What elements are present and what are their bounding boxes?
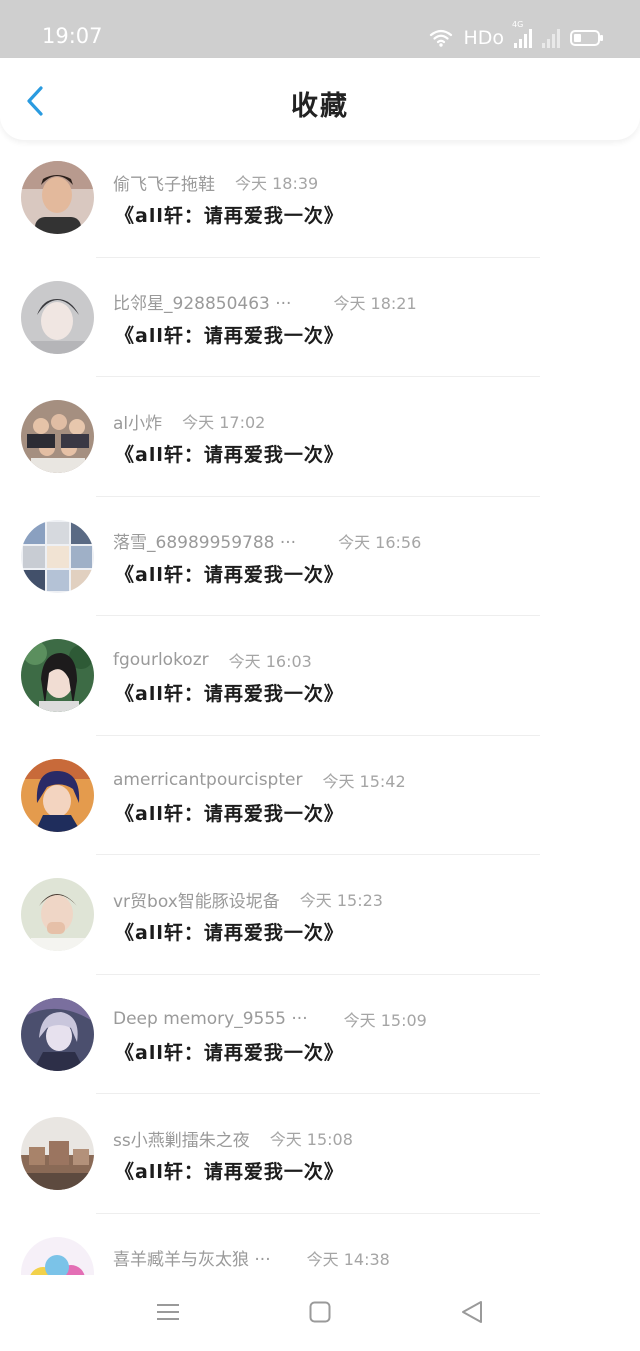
favorite-title[interactable]: 《all轩：请再爱我一次》	[115, 679, 344, 706]
network-type: 4G	[512, 20, 524, 29]
timestamp: 今天 15:09	[343, 1010, 427, 1030]
user-name[interactable]: amerricantpourcispter	[113, 770, 302, 790]
signal-icon: 4G	[512, 20, 532, 48]
back-triangle-icon	[462, 1301, 482, 1323]
nav-menu-button[interactable]	[148, 1295, 188, 1329]
avatar[interactable]	[21, 280, 94, 354]
avatar[interactable]	[21, 519, 94, 593]
avatar[interactable]	[21, 639, 94, 712]
favorite-title[interactable]: 《all轩：请再爱我一次》	[115, 201, 344, 228]
home-square-icon	[309, 1301, 331, 1323]
avatar[interactable]	[21, 1236, 94, 1275]
avatar[interactable]	[21, 1117, 94, 1190]
avatar[interactable]	[21, 161, 94, 234]
timestamp: 今天 15:23	[299, 891, 383, 910]
list-item[interactable]: vr贸box智能豚设坭备 今天 15:23 《all轩：请再爱我一次》	[0, 855, 640, 975]
hd-indicator: HDo	[463, 26, 504, 49]
timestamp: 今天 18:21	[333, 293, 417, 313]
list-item[interactable]: 偷飞飞子拖鞋 今天 18:39 《all轩：请再爱我一次》	[0, 138, 640, 258]
nav-back-button[interactable]	[452, 1295, 492, 1329]
user-name[interactable]: 喜羊臧羊与灰太狼 ···	[113, 1245, 271, 1270]
user-name[interactable]: ss小燕剿擂朱之夜	[113, 1126, 250, 1151]
avatar[interactable]	[21, 878, 94, 951]
avatar[interactable]	[21, 400, 94, 473]
wifi-icon	[430, 29, 453, 47]
user-name[interactable]: vr贸box智能豚设坭备	[113, 887, 280, 912]
favorite-title[interactable]: 《all轩：请再爱我一次》	[115, 1157, 344, 1184]
status-indicators: HDo 4G	[429, 20, 603, 50]
user-name[interactable]: 落雪_68989959788 ···	[113, 528, 296, 553]
list-item[interactable]: al小炸 今天 17:02 《all轩：请再爱我一次》	[0, 377, 640, 497]
user-name[interactable]: Deep memory_9555 ···	[113, 1009, 308, 1029]
list-item[interactable]: Deep memory_9555 ··· 今天 15:09 《all轩：请再爱我…	[0, 975, 640, 1095]
favorite-title[interactable]: 《all轩：请再爱我一次》	[115, 918, 344, 945]
list-item[interactable]: amerricantpourcispter 今天 15:42 《all轩：请再爱…	[0, 736, 640, 856]
favorite-title[interactable]: 《all轩：请再爱我一次》	[115, 560, 344, 587]
timestamp: 今天 16:03	[228, 652, 312, 671]
battery-icon	[570, 30, 603, 46]
page-title: 收藏	[291, 91, 349, 122]
signal-icon-secondary	[542, 28, 560, 48]
favorite-title[interactable]: 《all轩：请再爱我一次》	[115, 1038, 344, 1065]
timestamp: 今天 15:08	[269, 1130, 353, 1149]
favorite-title[interactable]: 《all轩：请再爱我一次》	[115, 799, 344, 826]
user-name[interactable]: al小炸	[113, 409, 162, 434]
timestamp: 今天 18:39	[235, 174, 319, 193]
list-item[interactable]: fgourlokozr 今天 16:03 《all轩：请再爱我一次》	[0, 616, 640, 736]
list-item[interactable]: 落雪_68989959788 ··· 今天 16:56 《all轩：请再爱我一次…	[0, 497, 640, 617]
list-item[interactable]: ss小燕剿擂朱之夜 今天 15:08 《all轩：请再爱我一次》	[0, 1094, 640, 1214]
avatar[interactable]	[21, 997, 94, 1071]
list-item[interactable]: 喜羊臧羊与灰太狼 ··· 今天 14:38	[0, 1214, 640, 1275]
timestamp: 今天 14:38	[306, 1249, 390, 1269]
system-nav-bar	[0, 1275, 640, 1351]
timestamp: 今天 17:02	[182, 413, 266, 432]
favorite-title[interactable]: 《all轩：请再爱我一次》	[115, 440, 344, 467]
timestamp: 今天 15:42	[322, 771, 406, 791]
menu-icon	[157, 1304, 179, 1320]
user-name[interactable]: fgourlokozr	[113, 650, 209, 670]
user-name[interactable]: 比邻星_928850463 ···	[113, 289, 291, 314]
status-bar: 19:07 HDo 4G	[0, 0, 640, 60]
favorite-title[interactable]: 《all轩：请再爱我一次》	[115, 321, 344, 348]
timestamp: 今天 16:56	[338, 532, 422, 552]
list-item[interactable]: 比邻星_928850463 ··· 今天 18:21 《all轩：请再爱我一次》	[0, 258, 640, 378]
status-time: 19:07	[42, 24, 103, 48]
title-bar: 收藏	[0, 58, 640, 140]
nav-home-button[interactable]	[300, 1295, 340, 1329]
user-name[interactable]: 偷飞飞子拖鞋	[113, 170, 215, 195]
favorites-list: 偷飞飞子拖鞋 今天 18:39 《all轩：请再爱我一次》 比邻星_928850…	[0, 138, 640, 1275]
avatar[interactable]	[21, 758, 94, 832]
